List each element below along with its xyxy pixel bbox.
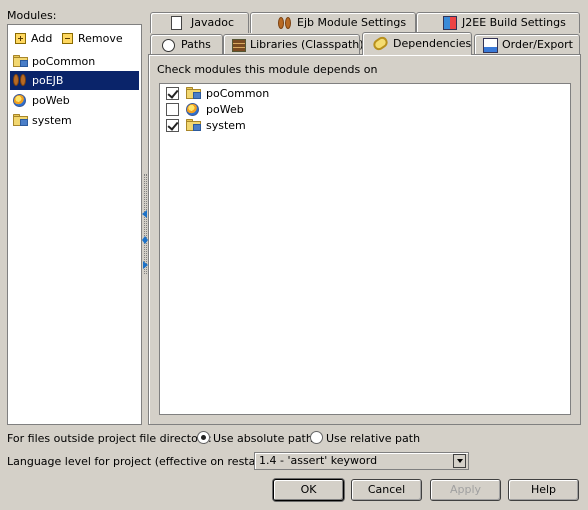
tab-paths[interactable]: Paths xyxy=(150,34,223,55)
language-level-select[interactable]: 1.4 - 'assert' keyword xyxy=(254,452,469,470)
cancel-button[interactable]: Cancel xyxy=(351,479,422,501)
tab-j2ee-build-settings[interactable]: J2EE Build Settings xyxy=(416,12,580,33)
modules-label: Modules: xyxy=(7,9,57,22)
tab-label: Libraries (Classpath) xyxy=(250,38,364,51)
apply-button[interactable]: Apply xyxy=(430,479,501,501)
ejb-beans-icon xyxy=(278,17,293,29)
dependency-name: poCommon xyxy=(206,87,270,100)
tab-label: J2EE Build Settings xyxy=(462,16,566,29)
order-export-icon xyxy=(483,38,498,53)
language-level-value: 1.4 - 'assert' keyword xyxy=(259,454,378,467)
dependency-checkbox[interactable] xyxy=(166,103,179,116)
ejb-beans-icon xyxy=(13,74,28,86)
chevron-down-icon[interactable] xyxy=(453,454,466,468)
dependencies-icon xyxy=(371,34,390,53)
tab-label: Order/Export xyxy=(502,38,573,51)
language-level-label: Language level for project (effective on… xyxy=(7,455,273,468)
tab-label: Ejb Module Settings xyxy=(297,16,407,29)
tab-label: Javadoc xyxy=(191,16,234,29)
dependency-checkbox[interactable] xyxy=(166,119,179,132)
absolute-path-radio[interactable] xyxy=(197,431,210,444)
remove-icon xyxy=(62,33,73,44)
module-item-poejb[interactable]: poEJB xyxy=(10,71,139,90)
paths-icon xyxy=(162,39,175,52)
add-icon xyxy=(15,33,26,44)
modules-panel: Add Remove poCommon poEJB poWeb system xyxy=(7,24,142,425)
tab-label: Paths xyxy=(181,38,211,51)
splitter-grip xyxy=(144,174,147,274)
outside-files-label: For files outside project file directory… xyxy=(7,432,212,445)
dependencies-caption: Check modules this module depends on xyxy=(157,63,378,76)
javadoc-icon xyxy=(171,16,182,30)
collapse-left-arrow-icon[interactable] xyxy=(142,210,147,218)
web-globe-icon xyxy=(186,103,199,116)
relative-path-label: Use relative path xyxy=(326,432,421,445)
absolute-path-label: Use absolute path xyxy=(213,432,313,445)
libraries-icon xyxy=(232,39,246,52)
tab-order-export[interactable]: Order/Export xyxy=(474,34,580,55)
remove-module-label: Remove xyxy=(78,32,123,45)
ok-button[interactable]: OK xyxy=(273,479,344,501)
module-item-poweb[interactable]: poWeb xyxy=(10,91,139,110)
module-name: poWeb xyxy=(32,94,70,107)
folder-module-icon xyxy=(186,87,202,99)
help-button[interactable]: Help xyxy=(508,479,579,501)
relative-path-radio[interactable] xyxy=(310,431,323,444)
dependencies-tab-panel: Check modules this module depends on poC… xyxy=(148,54,581,425)
dependency-row-pocommon[interactable]: poCommon xyxy=(164,86,564,102)
dependency-checkbox[interactable] xyxy=(166,87,179,100)
dependencies-list: poCommon poWeb system xyxy=(159,83,571,415)
module-name: system xyxy=(32,114,72,127)
tab-dependencies[interactable]: Dependencies xyxy=(362,32,472,55)
web-globe-icon xyxy=(13,94,26,107)
tab-javadoc[interactable]: Javadoc xyxy=(150,12,249,33)
folder-module-icon xyxy=(186,119,202,131)
tab-ejb-module-settings[interactable]: Ejb Module Settings xyxy=(250,12,416,33)
module-item-system[interactable]: system xyxy=(10,111,139,130)
add-module-button[interactable]: Add xyxy=(15,31,52,47)
build-settings-icon xyxy=(443,16,457,30)
dependency-name: system xyxy=(206,119,246,132)
module-name: poCommon xyxy=(32,55,96,68)
remove-module-button[interactable]: Remove xyxy=(62,31,123,47)
dependency-row-poweb[interactable]: poWeb xyxy=(164,102,564,118)
dependency-row-system[interactable]: system xyxy=(164,118,564,134)
add-module-label: Add xyxy=(31,32,53,45)
module-name: poEJB xyxy=(32,74,64,87)
tab-label: Dependencies xyxy=(393,37,472,50)
folder-module-icon xyxy=(13,55,29,67)
dependency-name: poWeb xyxy=(206,103,244,116)
module-item-pocommon[interactable]: poCommon xyxy=(10,52,139,71)
tab-libraries-classpath[interactable]: Libraries (Classpath) xyxy=(223,34,364,55)
folder-module-icon xyxy=(13,114,29,126)
